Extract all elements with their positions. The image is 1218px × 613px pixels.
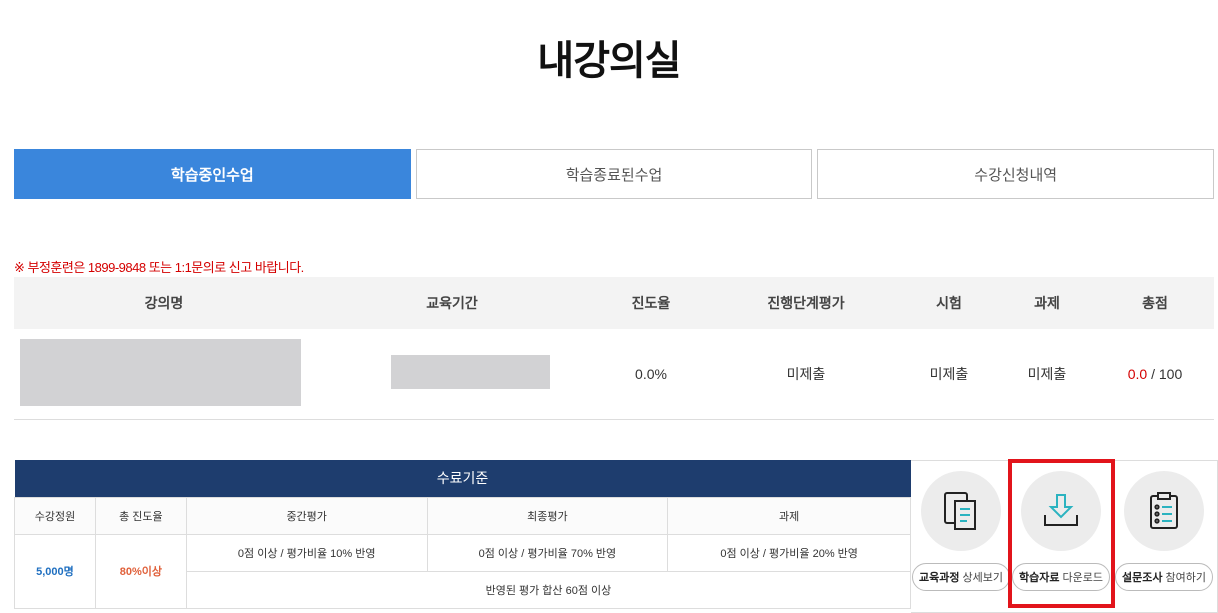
score-value: 0.0 xyxy=(1127,365,1148,382)
survey-button[interactable]: 설문조사 참여하기 xyxy=(1114,563,1214,591)
stage-eval-value: 미제출 xyxy=(712,329,900,420)
tab-enrollment-history[interactable]: 수강신청내역 xyxy=(817,149,1215,199)
assignment-requirement: 0점 이상 / 평가비율 20% 반영 xyxy=(667,533,911,572)
course-detail-action: 교육과정 상세보기 xyxy=(911,471,1011,591)
score-total: / 100 xyxy=(1151,365,1183,382)
progress-value: 0.0% xyxy=(590,329,712,420)
total-requirement: 반영된 평가 합산 60점 이상 xyxy=(185,570,912,609)
criteria-col-assignment: 과제 xyxy=(667,496,911,535)
capacity-value: 5,000명 xyxy=(14,533,96,609)
col-period: 교육기간 xyxy=(314,277,590,329)
period-redacted xyxy=(391,355,550,390)
table-row: 0.0% 미제출 미제출 미제출 0.0 / 100 xyxy=(14,329,1214,420)
progress-requirement: 80%이상 xyxy=(94,533,187,609)
col-course-name: 강의명 xyxy=(14,277,314,329)
midterm-requirement: 0점 이상 / 평가비율 10% 반영 xyxy=(185,533,428,572)
page-title: 내강의실 xyxy=(537,38,681,84)
clipboard-icon[interactable] xyxy=(1124,471,1204,551)
download-highlight-box xyxy=(1008,459,1115,608)
survey-action: 설문조사 참여하기 xyxy=(1114,471,1214,591)
final-requirement: 0점 이상 / 평가비율 70% 반영 xyxy=(426,533,669,572)
document-icon[interactable] xyxy=(921,471,1001,551)
col-stage-eval: 진행단계평가 xyxy=(712,277,900,329)
course-name-redacted[interactable] xyxy=(20,338,301,406)
criteria-col-midterm: 중간평가 xyxy=(185,496,428,535)
criteria-col-final: 최종평가 xyxy=(426,496,669,535)
col-total: 총점 xyxy=(1096,277,1214,329)
fraud-notice: ※ 부정훈련은 1899-9848 또는 1:1문의로 신고 바랍니다. xyxy=(14,260,304,275)
assignment-value: 미제출 xyxy=(998,329,1096,420)
total-score: 0.0 / 100 xyxy=(1096,329,1214,420)
tab-completed[interactable]: 학습종료된수업 xyxy=(415,149,813,199)
table-header-row: 강의명 교육기간 진도율 진행단계평가 시험 과제 총점 xyxy=(14,277,1214,329)
col-exam: 시험 xyxy=(900,277,998,329)
tab-in-progress[interactable]: 학습중인수업 xyxy=(14,149,411,199)
criteria-title: 수료기준 xyxy=(14,460,911,497)
exam-value: 미제출 xyxy=(900,329,998,420)
course-detail-button[interactable]: 교육과정 상세보기 xyxy=(911,563,1011,591)
completion-criteria-table: 수료기준 수강정원 총 진도율 중간평가 최종평가 과제 5,000명 80%이… xyxy=(14,460,912,609)
criteria-col-capacity: 수강정원 xyxy=(14,496,96,535)
criteria-col-progress: 총 진도율 xyxy=(94,496,187,535)
col-progress: 진도율 xyxy=(590,277,712,329)
tab-bar: 학습중인수업 학습종료된수업 수강신청내역 xyxy=(14,149,1215,199)
course-table: 강의명 교육기간 진도율 진행단계평가 시험 과제 총점 0.0% 미제출 미제… xyxy=(14,277,1214,420)
col-assignment: 과제 xyxy=(998,277,1096,329)
